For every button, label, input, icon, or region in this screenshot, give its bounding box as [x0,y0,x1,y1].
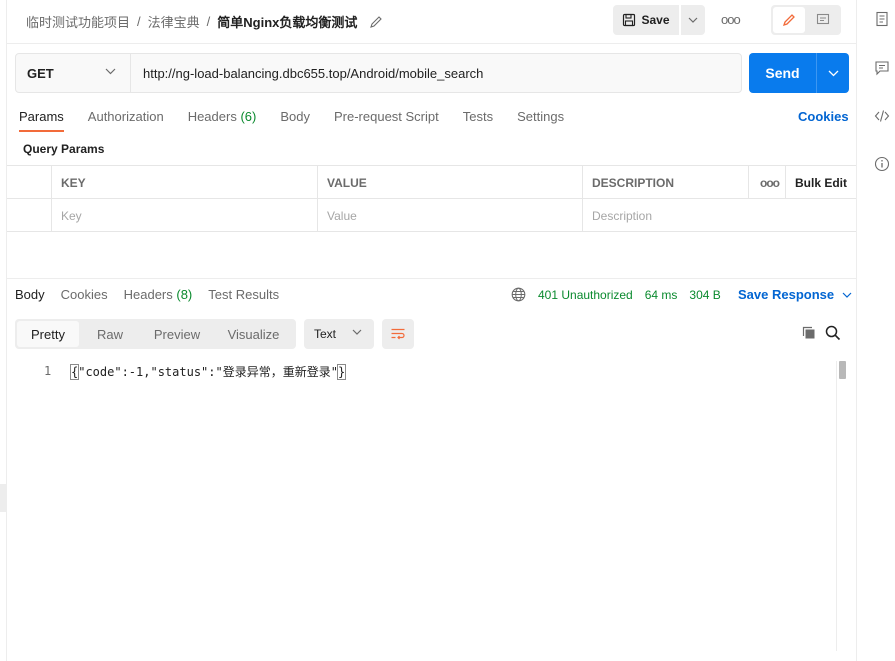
response-format-select[interactable]: Text [304,319,374,349]
sidebar-resize-handle[interactable] [0,484,7,512]
response-body-line: {"code":-1,"status":"登录异常，重新登录"} [69,363,347,380]
chevron-down-icon [105,68,116,75]
postman-app: 临时测试功能项目 / 法律宝典 / 简单Nginx负载均衡测试 Save ooo [0,0,895,661]
documentation-icon[interactable] [874,11,890,27]
comment-icon[interactable] [874,60,890,76]
save-response-button[interactable]: Save Response [738,287,852,302]
breadcrumb-separator: / [137,14,141,29]
chevron-down-icon [828,70,838,76]
response-headers-count: (8) [176,287,193,302]
tab-body[interactable]: Body [280,109,310,131]
column-header-description: DESCRIPTION [582,166,749,199]
response-format-value: Text [314,327,337,341]
headers-count: (6) [240,109,257,124]
send-button-group: Send [749,53,849,93]
tab-pre-request-script[interactable]: Pre-request Script [334,109,439,131]
wrap-lines-button[interactable] [382,319,414,349]
response-time[interactable]: 64 ms [645,288,678,302]
info-icon[interactable] [874,156,890,172]
tab-tests[interactable]: Tests [463,109,493,131]
request-tabs: Params Authorization Headers (6) Body Pr… [19,109,588,132]
response-pane-divider[interactable] [7,278,856,279]
param-value-input[interactable]: Value [317,199,583,232]
scrollbar-thumb[interactable] [839,361,846,379]
response-tab-test-results[interactable]: Test Results [208,287,279,302]
chevron-down-icon [842,292,852,298]
param-description-input[interactable]: Description [582,199,856,232]
param-key-input[interactable]: Key [51,199,318,232]
status-badge[interactable]: 401 Unauthorized [538,288,633,302]
scrollbar-track[interactable] [836,361,837,651]
tab-authorization[interactable]: Authorization [88,109,164,131]
request-header-bar: 临时测试功能项目 / 法律宝典 / 简单Nginx负载均衡测试 Save ooo [7,0,856,44]
comment-icon [816,13,830,25]
method-value: GET [27,65,54,81]
response-meta: 401 Unauthorized 64 ms 304 B [511,287,721,302]
view-visualize-button[interactable]: Visualize [213,321,294,347]
column-header-key: KEY [51,166,318,199]
bulk-edit-button[interactable]: Bulk Edit [785,166,856,199]
chevron-down-icon [688,17,698,23]
code-content: "code":-1,"status":"登录异常，重新登录" [78,365,338,379]
code-snippet-icon[interactable] [874,108,890,124]
pencil-icon[interactable] [369,15,383,29]
table-header-row: KEY VALUE DESCRIPTION ooo Bulk Edit [7,166,856,199]
view-pretty-button[interactable]: Pretty [17,321,79,347]
right-sidebar [856,0,895,661]
search-icon[interactable] [825,325,841,341]
tab-headers[interactable]: Headers (6) [188,109,257,131]
pencil-icon [782,14,795,27]
query-params-table: KEY VALUE DESCRIPTION ooo Bulk Edit Key … [7,165,856,232]
response-size[interactable]: 304 B [689,288,720,302]
table-row: Key Value Description [7,199,856,232]
response-view-toggle: Pretty Raw Preview Visualize [15,319,296,349]
method-select[interactable]: GET [15,53,131,93]
response-tab-headers[interactable]: Headers (8) [124,287,193,302]
save-response-label: Save Response [738,287,835,302]
query-params-title: Query Params [23,142,105,156]
tab-params[interactable]: Params [19,109,64,132]
breadcrumb-separator: / [206,14,211,29]
left-border [6,0,7,661]
tab-headers-label: Headers [187,109,237,124]
comments-mode-button[interactable] [807,7,839,33]
copy-icon[interactable] [801,325,817,341]
breadcrumb-workspace[interactable]: 临时测试功能项目 [26,12,130,31]
url-input[interactable]: http://ng-load-balancing.dbc655.top/Andr… [130,53,742,93]
view-raw-button[interactable]: Raw [79,321,141,347]
response-tab-body[interactable]: Body [15,287,45,302]
save-button-group: Save [613,5,705,35]
code-close-brace: } [336,364,347,380]
response-tabs: Body Cookies Headers (8) Test Results [15,287,295,302]
response-tab-cookies[interactable]: Cookies [61,287,108,302]
save-icon [623,13,636,27]
edit-mode-button[interactable] [773,7,805,33]
save-options-button[interactable] [681,5,705,35]
save-label: Save [641,13,670,27]
wrap-lines-icon [391,328,405,340]
column-header-value: VALUE [317,166,583,199]
line-number: 1 [44,364,52,378]
response-body-editor[interactable]: 1 {"code":-1,"status":"登录异常，重新登录"} [15,360,848,650]
breadcrumb: 临时测试功能项目 / 法律宝典 / 简单Nginx负载均衡测试 [26,12,383,31]
view-mode-toggle [771,5,841,35]
more-options-button[interactable]: ooo [721,12,741,27]
breadcrumb-collection[interactable]: 法律宝典 [148,12,200,31]
tab-settings[interactable]: Settings [517,109,564,131]
url-value: http://ng-load-balancing.dbc655.top/Andr… [143,65,484,81]
breadcrumb-request-name[interactable]: 简单Nginx负载均衡测试 [217,12,357,31]
view-preview-button[interactable]: Preview [141,321,213,347]
column-options-button[interactable]: ooo [748,166,786,199]
response-tab-headers-label: Headers [123,287,173,302]
save-button[interactable]: Save [613,5,679,35]
globe-icon[interactable] [511,287,526,302]
cookies-link[interactable]: Cookies [798,109,849,124]
send-options-button[interactable] [817,70,849,77]
send-button[interactable]: Send [749,65,816,81]
chevron-down-icon [352,329,362,335]
